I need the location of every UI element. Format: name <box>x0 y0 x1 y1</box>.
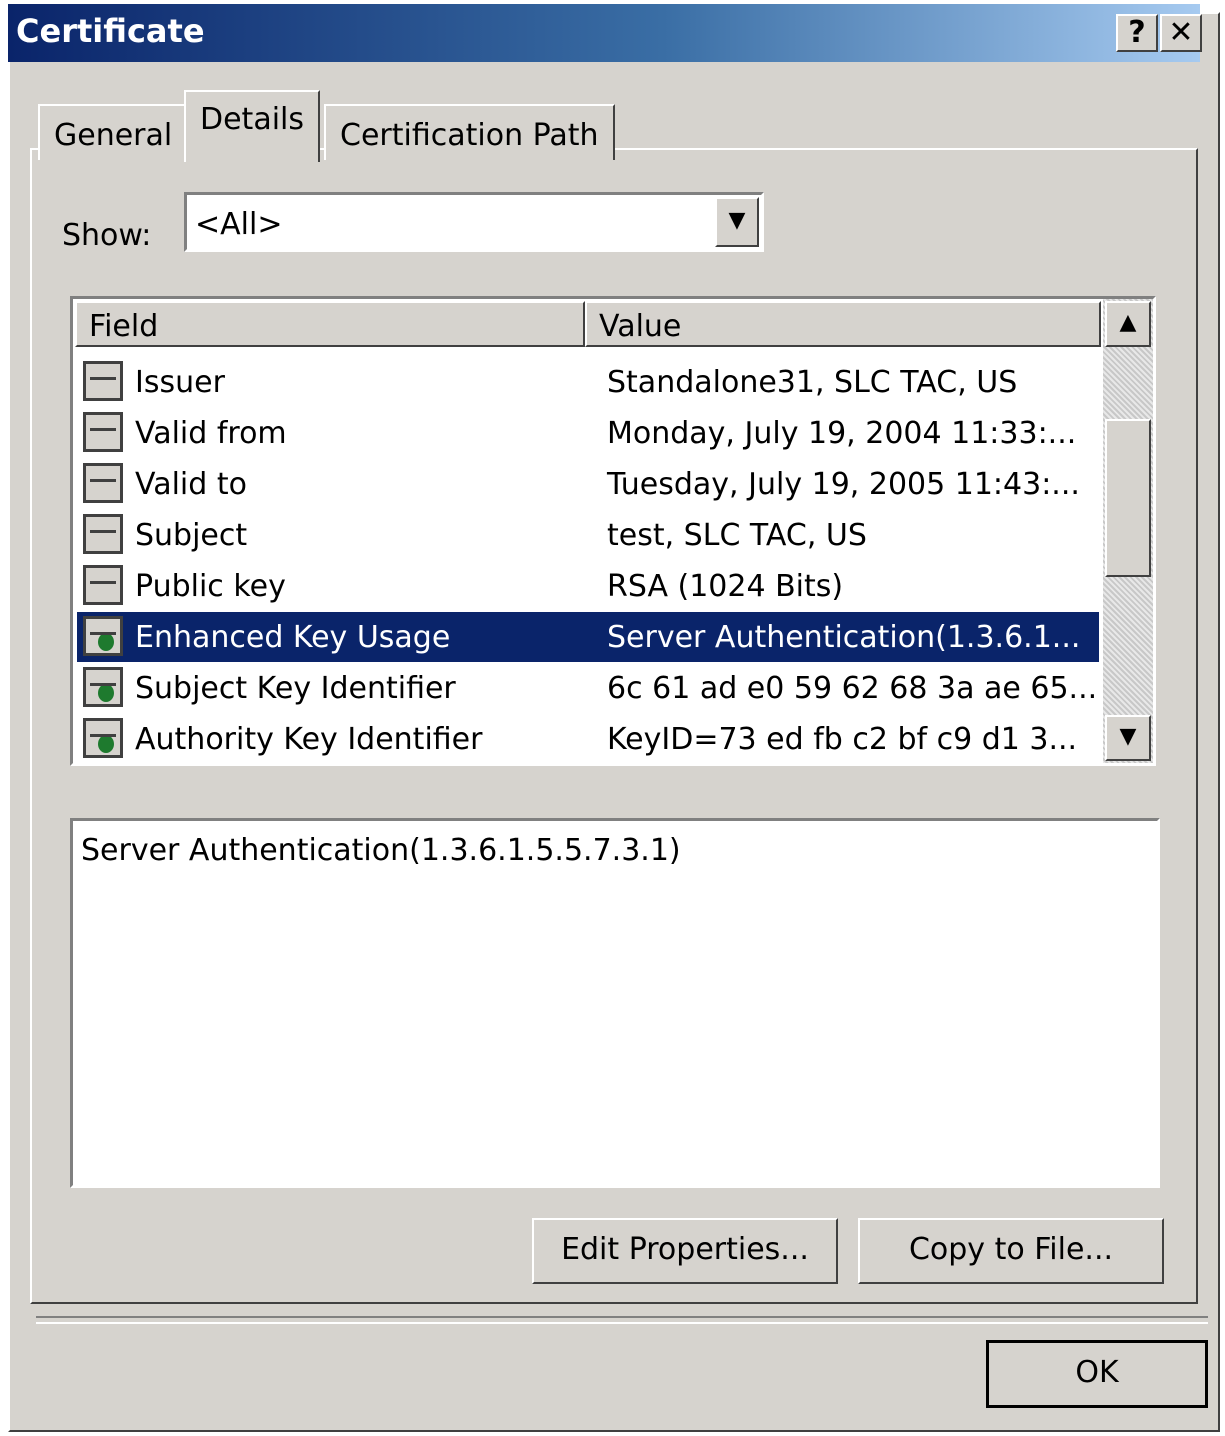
help-button[interactable]: ? <box>1116 14 1158 52</box>
tab-details-label: Details <box>200 102 305 137</box>
certificate-extension-icon <box>83 667 123 707</box>
field-name: Subject <box>135 518 248 553</box>
field-detail-text: Server Authentication(1.3.6.1.5.5.7.3.1) <box>81 833 681 868</box>
certificate-field-icon <box>83 565 123 605</box>
field-name: Public key <box>135 569 286 604</box>
column-header-value[interactable]: Value <box>585 301 1101 347</box>
certificate-field-icon <box>83 361 123 401</box>
edit-properties-button[interactable]: Edit Properties... <box>532 1218 838 1284</box>
title-bar[interactable]: Certificate ? ✕ <box>8 4 1202 62</box>
field-name: Valid to <box>135 467 247 502</box>
column-header-field[interactable]: Field <box>75 301 585 347</box>
list-item[interactable]: Public key RSA (1024 Bits) <box>77 561 1099 611</box>
field-detail-textbox[interactable]: Server Authentication(1.3.6.1.5.5.7.3.1) <box>70 818 1160 1188</box>
close-button[interactable]: ✕ <box>1160 14 1202 52</box>
fields-list[interactable]: Field Value Issuer Standalone31, SLC TAC… <box>70 296 1156 766</box>
ok-button[interactable]: OK <box>986 1340 1208 1408</box>
certificate-field-icon <box>83 514 123 554</box>
list-item[interactable]: Issuer Standalone31, SLC TAC, US <box>77 357 1099 407</box>
copy-to-file-button[interactable]: Copy to File... <box>858 1218 1164 1284</box>
vertical-scrollbar[interactable]: ▲ ▼ <box>1103 299 1153 763</box>
field-name: Enhanced Key Usage <box>135 620 451 655</box>
list-item[interactable]: Authority Key Identifier KeyID=73 ed fb … <box>77 714 1099 763</box>
list-item[interactable]: Subject Key Identifier 6c 61 ad e0 59 62… <box>77 663 1099 713</box>
field-name: Valid from <box>135 416 287 451</box>
divider <box>36 1316 1208 1324</box>
show-dropdown[interactable]: <All> ▼ <box>184 192 764 252</box>
list-item[interactable]: Subject test, SLC TAC, US <box>77 510 1099 560</box>
field-name: Issuer <box>135 365 225 400</box>
tab-certification-path-label: Certification Path <box>340 118 599 153</box>
certificate-field-icon <box>83 412 123 452</box>
tab-general[interactable]: General <box>38 104 189 160</box>
window-title: Certificate <box>16 12 205 50</box>
field-value: Monday, July 19, 2004 11:33:... <box>607 416 1077 451</box>
show-dropdown-value: <All> <box>195 207 283 242</box>
dropdown-arrow-icon[interactable]: ▼ <box>715 197 759 247</box>
certificate-extension-icon <box>83 616 123 656</box>
field-name: Subject Key Identifier <box>135 671 456 706</box>
scroll-down-icon[interactable]: ▼ <box>1105 715 1151 761</box>
field-value: KeyID=73 ed fb c2 bf c9 d1 3... <box>607 722 1078 757</box>
scroll-up-icon[interactable]: ▲ <box>1105 301 1151 347</box>
certificate-field-icon <box>83 463 123 503</box>
scrollbar-thumb[interactable] <box>1105 419 1151 577</box>
list-item-selected[interactable]: Enhanced Key Usage Server Authentication… <box>77 612 1099 662</box>
field-value: test, SLC TAC, US <box>607 518 867 553</box>
field-value: Server Authentication(1.3.6.1... <box>607 620 1081 655</box>
field-value: Tuesday, July 19, 2005 11:43:... <box>607 467 1080 502</box>
tab-certification-path[interactable]: Certification Path <box>324 104 615 160</box>
list-item[interactable]: Valid from Monday, July 19, 2004 11:33:.… <box>77 408 1099 458</box>
tab-general-label: General <box>54 118 173 153</box>
tab-details[interactable]: Details <box>184 90 321 162</box>
field-value: Standalone31, SLC TAC, US <box>607 365 1018 400</box>
field-value: 6c 61 ad e0 59 62 68 3a ae 65... <box>607 671 1098 706</box>
show-label: Show: <box>62 218 152 253</box>
field-value: RSA (1024 Bits) <box>607 569 844 604</box>
field-name: Authority Key Identifier <box>135 722 483 757</box>
list-item[interactable]: Valid to Tuesday, July 19, 2005 11:43:..… <box>77 459 1099 509</box>
certificate-extension-icon <box>83 718 123 758</box>
